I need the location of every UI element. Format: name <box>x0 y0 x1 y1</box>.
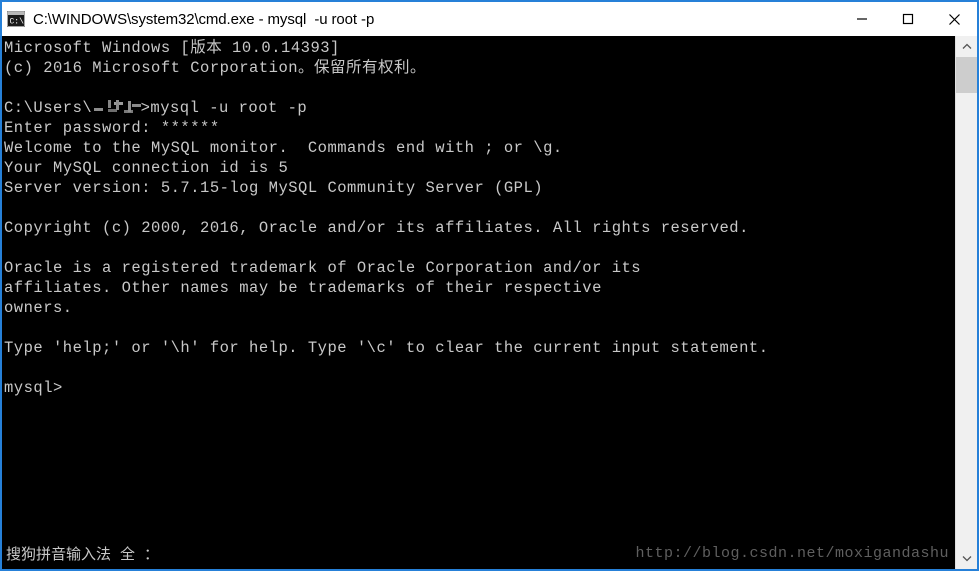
console-line <box>4 318 955 338</box>
prompt-suffix: > <box>140 99 151 117</box>
window-controls <box>839 2 977 36</box>
console-line <box>4 78 955 98</box>
console-line: Server version: 5.7.15-log MySQL Communi… <box>4 179 544 197</box>
console-line: Welcome to the MySQL monitor. Commands e… <box>4 139 563 157</box>
chevron-down-icon <box>962 556 971 562</box>
console-line <box>4 358 955 378</box>
cmd-exe-icon: C:\. <box>6 10 29 28</box>
chevron-up-icon <box>962 43 971 49</box>
cmd-window: C:\. C:\WINDOWS\system32\cmd.exe - mysql… <box>0 0 979 571</box>
console-line <box>4 238 955 258</box>
titlebar[interactable]: C:\. C:\WINDOWS\system32\cmd.exe - mysql… <box>2 2 977 36</box>
scroll-up-button[interactable] <box>956 36 977 57</box>
scrollbar-thumb[interactable] <box>956 57 977 93</box>
console-line: Oracle is a registered trademark of Orac… <box>4 259 642 277</box>
status-line: 搜狗拼音输入法 全 ： http://blog.csdn.net/moxigan… <box>4 541 953 565</box>
prompt-command: mysql -u root -p <box>150 99 308 117</box>
console-line: Microsoft Windows [版本 10.0.14393] <box>4 39 340 57</box>
console-line: Enter password: ****** <box>4 119 220 137</box>
maximize-button[interactable] <box>885 2 931 36</box>
console-line: (c) 2016 Microsoft Corporation。保留所有权利。 <box>4 59 427 77</box>
scrollbar-track[interactable] <box>956 57 977 548</box>
minimize-icon <box>857 18 867 20</box>
console-line <box>4 198 955 218</box>
svg-text:C:\.: C:\. <box>10 18 26 27</box>
console-line: owners. <box>4 299 73 317</box>
maximize-icon <box>902 13 914 25</box>
minimize-button[interactable] <box>839 2 885 36</box>
prompt-prefix: C:\Users\ <box>4 99 93 117</box>
redacted-username <box>92 100 140 114</box>
vertical-scrollbar[interactable] <box>955 36 977 569</box>
console-area: Microsoft Windows [版本 10.0.14393] (c) 20… <box>2 36 977 569</box>
scroll-down-button[interactable] <box>956 548 977 569</box>
watermark-url: http://blog.csdn.net/moxigandashu <box>635 544 949 562</box>
ime-status-label: 搜狗拼音输入法 全 ： <box>6 546 160 564</box>
console-line: Your MySQL connection id is 5 <box>4 159 289 177</box>
console-output[interactable]: Microsoft Windows [版本 10.0.14393] (c) 20… <box>2 36 955 569</box>
console-line: affiliates. Other names may be trademark… <box>4 279 602 297</box>
console-line: mysql> <box>4 379 63 397</box>
console-prompt-line: C:\Users\ >mysql -u root -p <box>4 98 955 118</box>
close-button[interactable] <box>931 2 977 36</box>
close-icon <box>948 13 960 25</box>
window-title: C:\WINDOWS\system32\cmd.exe - mysql -u r… <box>33 10 375 28</box>
console-line: Type 'help;' or '\h' for help. Type '\c'… <box>4 339 769 357</box>
console-line: Copyright (c) 2000, 2016, Oracle and/or … <box>4 219 749 237</box>
